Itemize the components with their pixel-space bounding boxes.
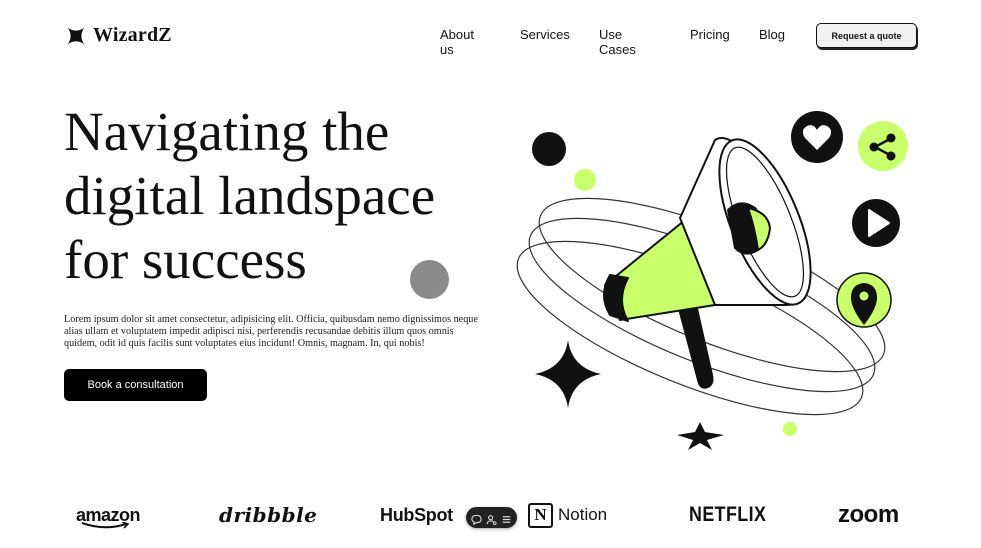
brand-logo[interactable]: WizardZ <box>67 24 172 47</box>
sparkle-star-icon <box>535 340 601 408</box>
chat-bubble-icon[interactable] <box>471 512 482 526</box>
green-dot <box>574 169 596 191</box>
request-quote-button[interactable]: Request a quote <box>816 23 917 48</box>
heart-icon <box>791 111 843 163</box>
notion-logo: N Notion <box>528 500 607 530</box>
brand-name: WizardZ <box>93 24 172 46</box>
nav-link-about-us[interactable]: About us <box>440 27 474 57</box>
notion-mark-icon: N <box>528 502 553 528</box>
floating-toolbar <box>466 507 517 528</box>
zoom-logo: zoom <box>838 501 899 528</box>
netflix-logo: NETFLIX <box>689 503 767 526</box>
small-star-icon <box>677 422 724 450</box>
nav-link-services[interactable]: Services <box>520 27 570 42</box>
nav-link-pricing[interactable]: Pricing <box>690 27 730 42</box>
hero-description: Lorem ipsum dolor sit amet consectetur, … <box>64 314 478 349</box>
play-icon <box>852 199 900 247</box>
hubspot-logo: HubSpot <box>380 504 453 525</box>
black-dot <box>532 132 566 166</box>
menu-icon[interactable] <box>501 512 512 523</box>
dribbble-logo: dribbble <box>219 503 318 527</box>
megaphone-icon <box>603 137 812 389</box>
decorative-dot <box>410 260 449 299</box>
user-settings-icon[interactable] <box>486 512 497 525</box>
amazon-logo: amazon <box>76 500 141 530</box>
green-dot-small <box>783 422 797 436</box>
notion-wordmark: Notion <box>558 505 608 524</box>
megaphone-illustration <box>516 111 908 450</box>
nav-link-use-cases[interactable]: Use Cases <box>599 27 636 57</box>
four-point-star-icon <box>67 27 85 44</box>
amazon-smile-icon <box>81 522 130 529</box>
share-icon <box>858 121 908 171</box>
nav-link-blog[interactable]: Blog <box>759 27 785 42</box>
book-consultation-button[interactable]: Book a consultation <box>64 369 207 401</box>
location-pin-icon <box>836 272 892 328</box>
